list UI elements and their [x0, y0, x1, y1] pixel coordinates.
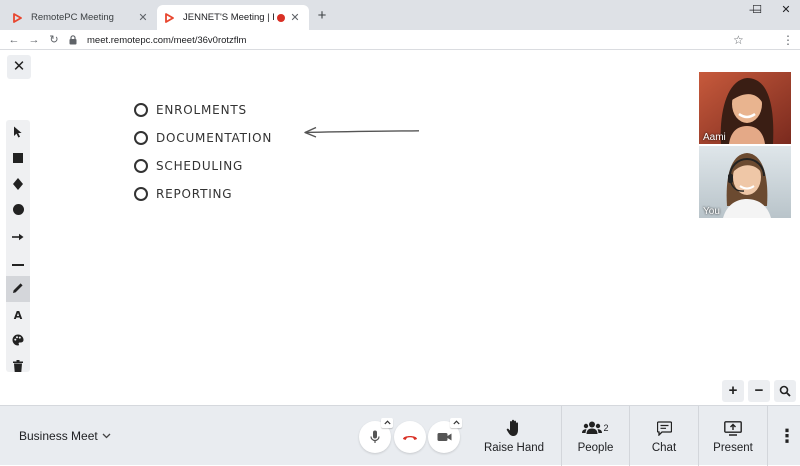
whiteboard-list-item: ENROLMENTS	[134, 96, 272, 124]
people-icon	[582, 421, 603, 434]
raised-hand-icon	[506, 418, 522, 438]
chevron-up-icon	[452, 420, 460, 425]
tab-label: RemotePC Meeting	[31, 12, 114, 23]
zoom-out-button[interactable]: −	[748, 380, 770, 402]
people-icon-wrap: 2	[582, 418, 609, 438]
participant-name: You	[703, 206, 720, 217]
url-field[interactable]: meet.remotepc.com/meet/36v0rotzflm	[69, 31, 759, 49]
participant-video-tile[interactable]: Aami	[699, 72, 791, 144]
zoom-in-button[interactable]: +	[722, 380, 744, 402]
meeting-name: Business Meet	[19, 429, 98, 443]
recording-indicator-icon	[277, 13, 285, 22]
diamond-tool-button[interactable]	[6, 172, 30, 198]
whiteboard-item-label: SCHEDULING	[156, 159, 244, 173]
microphone-icon	[370, 430, 380, 443]
url-text: meet.remotepc.com/meet/36v0rotzflm	[87, 34, 247, 46]
whiteboard-list-item: REPORTING	[134, 180, 272, 208]
microphone-options-button[interactable]	[381, 418, 393, 428]
arrow-right-icon	[12, 230, 24, 244]
hang-up-icon	[403, 436, 417, 440]
cursor-icon	[13, 126, 23, 141]
bullet-circle-icon	[134, 131, 148, 145]
chat-button[interactable]: Chat	[630, 406, 698, 466]
tab-label: JENNET'S Meeting | RemotePC	[183, 12, 274, 23]
meeting-name-dropdown[interactable]: Business Meet	[19, 429, 111, 443]
delete-tool-button[interactable]	[6, 354, 30, 372]
line-tool-button[interactable]	[6, 250, 30, 276]
palette-icon	[12, 334, 24, 349]
divider	[767, 406, 768, 466]
trash-icon	[13, 359, 23, 373]
close-window-button[interactable]: ✕	[771, 0, 800, 20]
chat-label: Chat	[651, 442, 677, 454]
whiteboard-list-item: DOCUMENTATION	[134, 124, 272, 152]
meeting-control-bar: Business Meet Raise Hand 2 People Chat P…	[0, 405, 800, 466]
reload-icon[interactable]: ↻	[46, 32, 62, 48]
present-label: Present	[713, 442, 753, 454]
square-icon	[13, 152, 23, 166]
line-icon	[12, 256, 24, 270]
forward-arrow-icon[interactable]: →	[26, 32, 42, 48]
people-count-badge: 2	[603, 423, 609, 433]
pencil-icon	[12, 282, 24, 297]
browser-tab-strip: RemotePC Meeting ✕ JENNET'S Meeting | Re…	[0, 0, 800, 30]
people-label: People	[577, 442, 614, 454]
circle-icon	[12, 204, 24, 218]
diamond-icon	[13, 177, 23, 193]
bullet-circle-icon	[134, 159, 148, 173]
participant-name: Aami	[703, 132, 726, 143]
chat-icon	[656, 418, 672, 438]
camera-options-button[interactable]	[450, 418, 462, 428]
whiteboard-list: ENROLMENTS DOCUMENTATION SCHEDULING REPO…	[134, 96, 272, 208]
more-options-icon[interactable]: ⋮	[778, 424, 796, 448]
whiteboard-toolbar: A	[6, 120, 30, 372]
whiteboard-item-label: REPORTING	[156, 187, 233, 201]
browser-address-bar: ← → ↻ meet.remotepc.com/meet/36v0rotzflm…	[0, 30, 800, 50]
browser-menu-icon[interactable]: ⋮	[782, 32, 794, 48]
browser-tab-remotepc-meeting[interactable]: RemotePC Meeting ✕	[5, 5, 157, 30]
remotepc-logo-icon	[13, 12, 23, 23]
remotepc-logo-icon	[165, 12, 175, 23]
chevron-down-icon	[102, 431, 111, 441]
raise-hand-label: Raise Hand	[483, 442, 545, 454]
select-tool-button[interactable]	[6, 120, 30, 146]
raise-hand-button[interactable]: Raise Hand	[482, 406, 546, 466]
arrow-tool-button[interactable]	[6, 224, 30, 250]
participant-video-tile[interactable]: You	[699, 146, 791, 218]
bookmark-star-icon[interactable]: ☆	[733, 32, 744, 48]
people-button[interactable]: 2 People	[562, 406, 629, 466]
browser-tab-jennets-meeting[interactable]: JENNET'S Meeting | RemotePC ✕	[157, 5, 309, 30]
pen-tool-button[interactable]	[6, 276, 30, 302]
whiteboard-item-label: DOCUMENTATION	[156, 131, 273, 145]
close-whiteboard-button[interactable]: ✕	[7, 55, 31, 79]
text-icon: A	[13, 308, 23, 322]
drawn-arrow	[304, 126, 420, 138]
bullet-circle-icon	[134, 187, 148, 201]
circle-tool-button[interactable]	[6, 198, 30, 224]
whiteboard-list-item: SCHEDULING	[134, 152, 272, 180]
text-tool-button[interactable]: A	[6, 302, 30, 328]
screen-share-icon	[724, 418, 742, 438]
chevron-up-icon	[383, 420, 391, 425]
video-camera-icon	[437, 433, 451, 441]
close-tab-icon[interactable]: ✕	[137, 11, 149, 24]
zoom-reset-button[interactable]	[774, 380, 796, 402]
color-tool-button[interactable]	[6, 328, 30, 354]
new-tab-button[interactable]: +	[314, 8, 330, 24]
present-button[interactable]: Present	[699, 406, 767, 466]
whiteboard-item-label: ENROLMENTS	[156, 103, 247, 117]
bullet-circle-icon	[134, 103, 148, 117]
end-call-button[interactable]	[394, 421, 426, 453]
zoom-fit-icon	[779, 385, 791, 397]
rectangle-tool-button[interactable]	[6, 146, 30, 172]
close-tab-icon[interactable]: ✕	[289, 11, 301, 24]
lock-icon	[69, 35, 78, 45]
maximize-window-button[interactable]: ☐	[742, 0, 772, 20]
back-arrow-icon[interactable]: ←	[6, 32, 22, 48]
